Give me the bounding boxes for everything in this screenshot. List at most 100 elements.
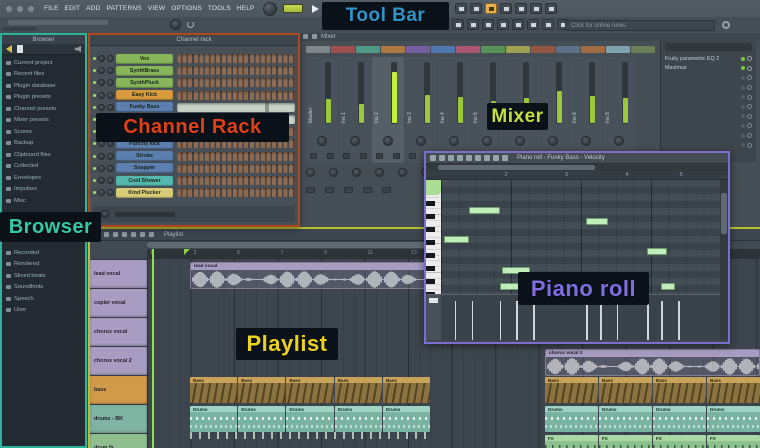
step-sequencer-row[interactable] xyxy=(177,152,295,161)
mixer-track-tab[interactable] xyxy=(431,46,455,53)
midi-note[interactable] xyxy=(586,218,608,225)
browser-item[interactable]: Envelopes xyxy=(2,172,85,184)
solo-button[interactable] xyxy=(360,153,367,159)
channel-pan-knob[interactable] xyxy=(98,153,105,160)
effect-enabled-dot[interactable] xyxy=(741,95,745,99)
pattern-clip-drums[interactable]: Drums xyxy=(599,406,652,432)
playlist-track-header[interactable]: drums - BK xyxy=(90,405,147,433)
select-tool-icon[interactable] xyxy=(484,155,490,161)
channel-rack-window-icon[interactable] xyxy=(467,19,479,30)
pattern-clip-bass[interactable]: Bass xyxy=(707,377,760,403)
mixer-strip[interactable]: Ins 4 xyxy=(438,57,470,163)
pattern-clip-bass[interactable]: Bass xyxy=(238,377,285,403)
effect-slot[interactable]: Maximus xyxy=(661,64,756,74)
pattern-clip-fx[interactable]: FX xyxy=(545,435,598,448)
effect-slot[interactable] xyxy=(661,121,756,131)
mixer-track-tab[interactable] xyxy=(356,46,380,53)
velocity-bar[interactable] xyxy=(500,301,502,340)
mixer-window-icon[interactable] xyxy=(482,19,494,30)
browser-window-icon[interactable] xyxy=(497,19,509,30)
effect-slot[interactable]: Fruity parametric EQ 2 xyxy=(661,54,756,64)
mixer-strip[interactable]: Ins 8 xyxy=(570,57,602,163)
paint-icon[interactable] xyxy=(448,155,454,161)
mixer-track-tab[interactable] xyxy=(531,46,555,53)
browser-titlebar[interactable]: Browser xyxy=(2,35,85,44)
browser-item[interactable]: Soundfonts xyxy=(2,282,85,294)
browser-item[interactable]: Impulses xyxy=(2,184,85,196)
effect-mix-knob[interactable] xyxy=(747,133,752,138)
velocity-bar[interactable] xyxy=(647,301,649,340)
back-arrow-icon[interactable] xyxy=(6,45,12,53)
pan-knob[interactable] xyxy=(482,136,492,146)
channel-button[interactable]: Cold Shower xyxy=(116,176,173,186)
pencil-icon[interactable] xyxy=(104,232,109,237)
mixer-track-tab[interactable] xyxy=(606,46,630,53)
mixer-track-tab[interactable] xyxy=(456,46,480,53)
browser-item[interactable]: Mixer presets xyxy=(2,115,85,127)
effect-slot[interactable] xyxy=(661,83,756,93)
swing-slider[interactable] xyxy=(115,212,175,217)
pattern-clip-bass[interactable]: Bass xyxy=(335,377,382,403)
effect-mix-knob[interactable] xyxy=(747,123,752,128)
browser-item[interactable]: Plugin presets xyxy=(2,92,85,104)
tempo-tap-icon[interactable] xyxy=(527,19,539,30)
gear-icon[interactable] xyxy=(722,21,730,29)
pan-knob[interactable] xyxy=(614,136,624,146)
fl-logo[interactable] xyxy=(263,2,277,16)
mute-button[interactable] xyxy=(376,153,383,159)
channel-pan-knob[interactable] xyxy=(98,92,105,99)
speaker-icon[interactable] xyxy=(75,46,81,52)
channel-volume-knob[interactable] xyxy=(107,55,114,62)
loop-marker-icon[interactable] xyxy=(184,249,190,255)
channel-enable-led[interactable] xyxy=(93,94,96,97)
effect-slot[interactable] xyxy=(661,131,756,141)
effect-mix-knob[interactable] xyxy=(747,85,752,90)
mixer-strip[interactable]: Ins 3 xyxy=(405,57,437,163)
pattern-clip-bass[interactable]: Bass xyxy=(653,377,706,403)
pattern-clip-bass[interactable]: Bass xyxy=(599,377,652,403)
maximize-button[interactable] xyxy=(17,6,23,12)
mixer-menu-icon[interactable] xyxy=(303,34,308,39)
mute-button[interactable] xyxy=(343,153,350,159)
effect-enabled-dot[interactable] xyxy=(741,124,745,128)
master-volume-knob[interactable] xyxy=(170,19,181,30)
velocity-bar[interactable] xyxy=(533,301,535,340)
browser-item[interactable]: Clipboard files xyxy=(2,149,85,161)
browser-item[interactable]: Misc xyxy=(2,195,85,207)
playlist-track-header[interactable]: drum fx xyxy=(90,434,147,448)
route-button[interactable] xyxy=(306,187,315,193)
playlist-track-header[interactable]: chorus vocal 2 xyxy=(90,347,147,375)
browser-item[interactable]: Collected xyxy=(2,161,85,173)
mixer-detach-icon[interactable] xyxy=(312,34,317,39)
volume-fader[interactable] xyxy=(457,62,463,124)
pattern-clip-drums[interactable]: Drums xyxy=(190,406,237,432)
pattern-clip-bass[interactable]: Bass xyxy=(383,377,430,403)
channel-pan-knob[interactable] xyxy=(98,67,105,74)
volume-fader[interactable] xyxy=(556,62,562,124)
eq-knob[interactable] xyxy=(352,168,361,177)
velocity-bar[interactable] xyxy=(586,301,588,340)
eq-knob[interactable] xyxy=(398,168,407,177)
menu-item[interactable]: EDIT xyxy=(65,5,81,12)
pattern-clip-bass[interactable]: Bass xyxy=(190,377,237,403)
menu-item[interactable]: HELP xyxy=(237,5,255,12)
effect-slot[interactable] xyxy=(661,92,756,102)
eq-knob[interactable] xyxy=(329,168,338,177)
channel-button[interactable]: Funky Bass xyxy=(116,102,173,112)
highlighted-key[interactable] xyxy=(426,180,441,195)
play-button[interactable] xyxy=(312,5,319,13)
magnet-icon[interactable] xyxy=(149,232,154,237)
pattern-clip-drums[interactable]: Drums xyxy=(383,406,430,432)
volume-fader[interactable] xyxy=(391,62,397,124)
channel-pan-knob[interactable] xyxy=(98,79,105,86)
multilink-icon[interactable] xyxy=(515,3,527,14)
menu-item[interactable]: FILE xyxy=(44,5,59,12)
browser-item[interactable]: Recorded xyxy=(2,247,85,259)
effect-enabled-dot[interactable] xyxy=(741,105,745,109)
browser-item[interactable]: Speech xyxy=(2,293,85,305)
velocity-bar[interactable] xyxy=(617,301,619,340)
channel-volume-knob[interactable] xyxy=(107,92,114,99)
browser-item[interactable]: Recent files xyxy=(2,69,85,81)
volume-fader[interactable] xyxy=(325,62,331,124)
piano-roll-v-scrollbar[interactable] xyxy=(720,180,728,340)
